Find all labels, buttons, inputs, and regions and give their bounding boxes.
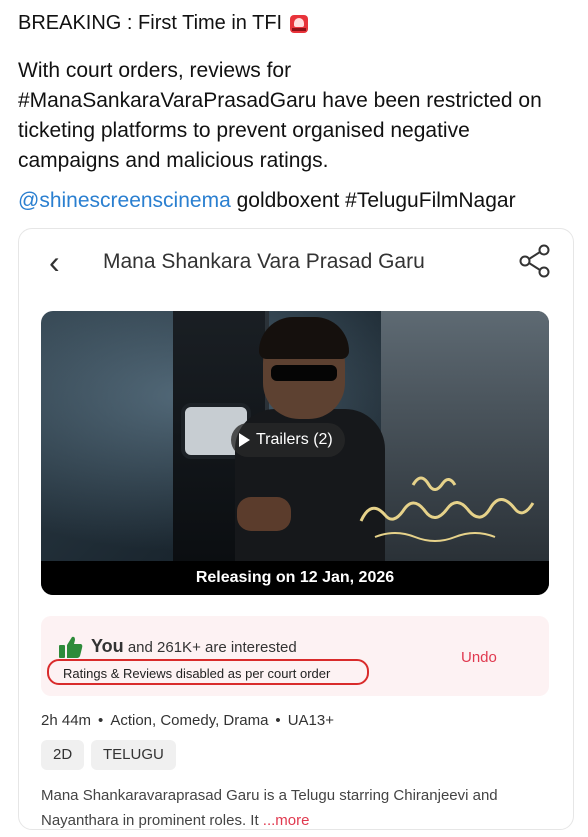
undo-button[interactable]: Undo xyxy=(461,649,497,666)
format-tag-2d: 2D xyxy=(41,740,85,770)
genres: Action, Comedy, Drama xyxy=(110,712,269,729)
duration: 2h 44m xyxy=(41,712,92,729)
you-label: You xyxy=(91,636,124,656)
siren-icon xyxy=(290,14,309,33)
interest-panel: You and 261K+ are interested Ratings & R… xyxy=(41,616,549,696)
more-link[interactable]: ...more xyxy=(263,812,310,829)
separator: • xyxy=(275,712,281,729)
post-body: With court orders, reviews for #ManaSank… xyxy=(18,59,542,172)
separator: • xyxy=(98,712,104,729)
release-date-bar: Releasing on 12 Jan, 2026 xyxy=(41,561,549,595)
actor-hand xyxy=(237,497,291,531)
interest-text: You and 261K+ are interested xyxy=(91,636,297,657)
court-order-notice: Ratings & Reviews disabled as per court … xyxy=(47,659,369,685)
thumbs-up-icon xyxy=(59,636,83,658)
movie-poster-banner[interactable]: Trailers (2) Releasing on 12 Jan, 2026 xyxy=(41,311,549,595)
movie-meta: 2h 44m • Action, Comedy, Drama • UA13+ xyxy=(41,712,334,729)
app-screenshot-card: ‹ Mana Shankara Vara Prasad Garu Trailer… xyxy=(18,228,574,830)
interested-count: and 261K+ are interested xyxy=(123,639,297,656)
mention-link[interactable]: @shinescreenscinema xyxy=(18,189,231,212)
play-icon xyxy=(239,433,250,447)
trailers-label: Trailers (2) xyxy=(256,431,333,448)
movie-description: Mana Shankaravaraprasad Garu is a Telugu… xyxy=(41,783,549,829)
title-calligraphy-logo xyxy=(359,476,535,542)
share-icon[interactable] xyxy=(517,243,553,279)
trailers-button[interactable]: Trailers (2) xyxy=(231,423,345,457)
certificate: UA13+ xyxy=(287,712,334,729)
hashtags: goldboxent #TeluguFilmNagar xyxy=(230,189,516,212)
headline-text: BREAKING : First Time in TFI xyxy=(18,12,283,34)
post-headline: BREAKING : First Time in TFI xyxy=(18,12,309,35)
back-chevron-icon[interactable]: ‹ xyxy=(49,245,60,279)
movie-title: Mana Shankara Vara Prasad Garu xyxy=(103,250,425,273)
post-tags: @shinescreenscinema goldboxent #TeluguFi… xyxy=(18,189,516,213)
language-tag-telugu: TELUGU xyxy=(91,740,176,770)
sunglasses xyxy=(271,365,337,381)
actor-hair xyxy=(259,317,349,359)
